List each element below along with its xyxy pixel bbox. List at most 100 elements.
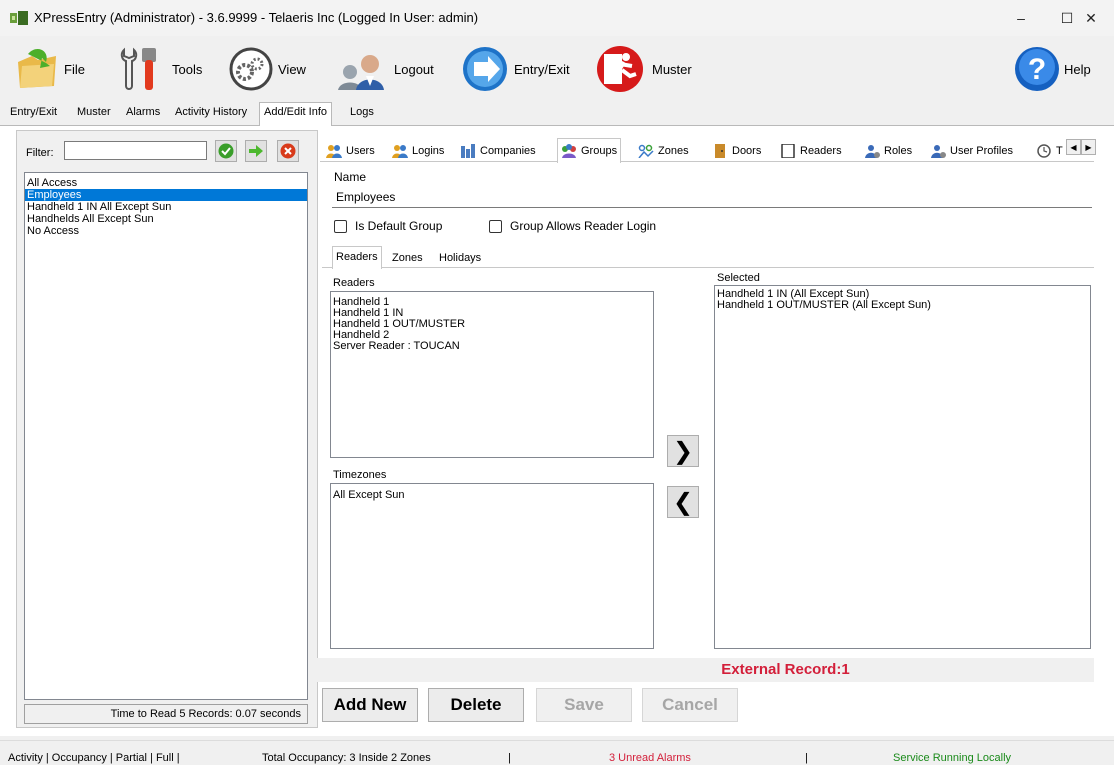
tools-button[interactable]: Tools [118,44,202,94]
svg-text:?: ? [1028,53,1046,86]
tab-scroll-right-button[interactable]: ▶ [1081,139,1096,155]
logout-button[interactable]: Logout [336,44,434,94]
group-item-handheld-1-in[interactable]: Handheld 1 IN All Except Sun [25,201,307,213]
external-record-label: External Record:1 [317,658,1094,682]
help-icon: ? [1015,47,1059,91]
allows-reader-login-checkbox[interactable]: Group Allows Reader Login [489,219,656,233]
tab-doors-label: Doors [732,145,762,157]
tab-zones-label: Zones [658,145,689,157]
is-default-group-label: Is Default Group [355,219,443,233]
help-label: Help [1064,61,1091,77]
selected-item[interactable]: Handheld 1 OUT/MUSTER (All Except Sun) [715,300,1090,311]
filter-label: Filter: [26,147,54,159]
tab-entry-exit[interactable]: Entry/Exit [10,106,57,118]
chevron-left-icon: ❮ [672,488,694,516]
companies-icon [461,144,475,158]
is-default-group-box[interactable] [334,219,347,233]
door-icon [715,144,725,158]
file-button[interactable]: File [14,44,85,94]
tab-users-label: Users [346,145,375,157]
tab-muster[interactable]: Muster [77,106,111,118]
tools-label: Tools [172,61,203,77]
unread-alarms-text[interactable]: 3 Unread Alarms [609,752,691,764]
tab-scroll-left-button[interactable]: ◀ [1066,139,1081,155]
arrow-right-icon [249,145,263,157]
logout-label: Logout [394,61,434,77]
tab-roles[interactable]: Roles [864,142,912,160]
tab-alarms[interactable]: Alarms [126,106,160,118]
chevron-right-icon: ❯ [672,437,694,465]
inner-tab-bar: Readers Zones Holidays [322,246,1094,269]
title-bar: XPressEntry (Administrator) - 3.6.9999 -… [0,0,1114,36]
inner-tab-holidays[interactable]: Holidays [439,252,481,264]
tab-user-profiles[interactable]: User Profiles [930,142,1013,160]
total-occupancy-text: Total Occupancy: 3 Inside 2 Zones [262,752,431,764]
add-new-button[interactable]: Add New [322,688,418,722]
allows-reader-login-box[interactable] [489,219,502,233]
group-item-all-access[interactable]: All Access [25,177,307,189]
tools-icon [120,47,156,90]
tab-readers-label: Readers [800,145,842,157]
go-filter-button[interactable] [245,140,267,162]
status-separator: | [805,752,808,764]
users-icon [326,145,342,158]
delete-button[interactable]: Delete [428,688,524,722]
inner-tab-readers[interactable]: Readers [332,246,382,269]
readers-label: Readers [333,277,375,289]
timezone-item[interactable]: All Except Sun [331,490,653,501]
status-bar: Activity | Occupancy | Partial | Full | … [0,740,1114,765]
user-profiles-icon [931,145,946,158]
apply-filter-button[interactable] [215,140,237,162]
inner-tab-zones[interactable]: Zones [392,252,423,264]
clear-filter-button[interactable] [277,140,299,162]
tab-activity-history[interactable]: Activity History [175,106,247,118]
allows-reader-login-label: Group Allows Reader Login [510,219,657,233]
tab-roles-label: Roles [884,145,913,157]
tab-readers[interactable]: Readers [780,142,842,160]
roles-icon [865,145,880,158]
group-list[interactable]: All Access Employees Handheld 1 IN All E… [24,172,308,700]
help-button[interactable]: ? Help [1014,44,1091,94]
reader-item[interactable]: Server Reader : TOUCAN [331,341,653,352]
remove-selection-button[interactable]: ❮ [667,486,699,518]
minimize-button[interactable]: – [998,0,1044,36]
readers-list[interactable]: Handheld 1 Handheld 1 IN Handheld 1 OUT/… [330,291,654,458]
group-item-employees[interactable]: Employees [25,189,307,201]
name-input[interactable] [332,187,1092,208]
clock-icon [1037,144,1051,158]
close-button[interactable]: ✕ [1068,0,1114,36]
logins-icon [392,145,408,158]
muster-button[interactable]: Muster [592,44,692,94]
is-default-group-checkbox[interactable]: Is Default Group [334,219,442,233]
selected-list[interactable]: Handheld 1 IN (All Except Sun) Handheld … [714,285,1091,649]
tab-groups[interactable]: Groups [557,138,622,163]
tab-logins[interactable]: Logins [392,142,444,160]
save-button[interactable]: Save [536,688,632,722]
reader-icon [781,144,795,158]
cancel-button[interactable]: Cancel [642,688,738,722]
tab-scroll-arrows: ◀ ▶ [1066,139,1096,155]
status-separator: | [508,752,511,764]
entry-exit-label: Entry/Exit [514,61,570,77]
tab-doors[interactable]: Doors [712,142,761,160]
view-label: View [278,61,306,77]
entry-exit-button[interactable]: Entry/Exit [460,44,570,94]
group-item-handhelds[interactable]: Handhelds All Except Sun [25,213,307,225]
tab-zones[interactable]: Zones [638,142,689,160]
main-tab-bar: Entry/Exit Muster Alarms Activity Histor… [0,102,1114,127]
filter-input[interactable] [64,141,207,160]
tab-companies-label: Companies [480,145,536,157]
view-button[interactable]: View [228,44,306,94]
tab-add-edit-info[interactable]: Add/Edit Info [259,102,332,127]
tab-groups-label: Groups [581,145,618,157]
timezones-list[interactable]: All Except Sun [330,483,654,649]
group-item-no-access[interactable]: No Access [25,225,307,237]
tab-companies[interactable]: Companies [460,142,536,160]
tab-logins-label: Logins [412,145,445,157]
tab-timezones[interactable]: T [1036,142,1063,160]
tab-users[interactable]: Users [326,142,375,160]
zones-icon [638,144,654,158]
status-view-links[interactable]: Activity | Occupancy | Partial | Full | [8,752,180,764]
tab-logs[interactable]: Logs [350,106,374,118]
add-selection-button[interactable]: ❯ [667,435,699,467]
